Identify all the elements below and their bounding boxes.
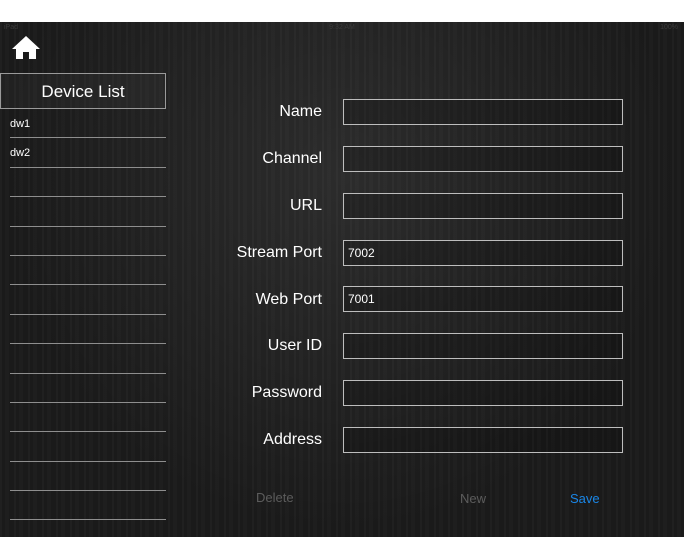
- list-item[interactable]: [10, 344, 166, 374]
- status-time: 9:32 AM: [329, 24, 355, 31]
- list-item[interactable]: dw2: [10, 138, 166, 168]
- bottom-margin: [0, 537, 684, 560]
- top-margin: [0, 0, 684, 22]
- url-input[interactable]: [343, 193, 623, 219]
- name-input[interactable]: [343, 99, 623, 125]
- url-label: URL: [289, 197, 322, 214]
- list-item[interactable]: dw1: [10, 109, 166, 139]
- home-button[interactable]: [10, 34, 42, 62]
- delete-button[interactable]: Delete: [256, 490, 294, 505]
- user-id-input[interactable]: [343, 333, 623, 359]
- home-icon: [12, 36, 40, 59]
- list-item[interactable]: [10, 168, 166, 198]
- user-id-label: User ID: [267, 337, 322, 354]
- list-item[interactable]: [10, 256, 166, 286]
- stream-port-label: Stream Port: [236, 244, 322, 261]
- name-label: Name: [279, 103, 322, 120]
- password-input[interactable]: [343, 380, 623, 406]
- list-item[interactable]: [10, 491, 166, 521]
- list-item[interactable]: [10, 462, 166, 492]
- status-battery: 100%: [660, 24, 678, 31]
- password-label: Password: [251, 384, 322, 401]
- app-window: iPad 9:32 AM 100% Device List dw1 dw2 Na…: [0, 22, 684, 537]
- list-item[interactable]: [10, 197, 166, 227]
- channel-input[interactable]: [343, 146, 623, 172]
- list-item[interactable]: [10, 315, 166, 345]
- list-item[interactable]: [10, 374, 166, 403]
- device-list-panel: Device List dw1 dw2: [0, 73, 167, 537]
- new-button[interactable]: New: [460, 491, 486, 506]
- list-item[interactable]: [10, 285, 166, 315]
- stream-port-input[interactable]: [343, 240, 623, 266]
- device-list-rows: dw1 dw2: [10, 109, 166, 521]
- address-input[interactable]: [343, 427, 623, 453]
- list-item[interactable]: [10, 227, 166, 256]
- device-list-title: Device List: [0, 73, 166, 109]
- status-bar: iPad 9:32 AM 100%: [0, 22, 684, 34]
- address-label: Address: [263, 431, 322, 448]
- channel-label: Channel: [262, 150, 322, 167]
- save-button[interactable]: Save: [570, 491, 600, 506]
- list-item[interactable]: [10, 403, 166, 433]
- web-port-input[interactable]: [343, 286, 623, 312]
- list-item[interactable]: [10, 432, 166, 462]
- web-port-label: Web Port: [255, 291, 322, 308]
